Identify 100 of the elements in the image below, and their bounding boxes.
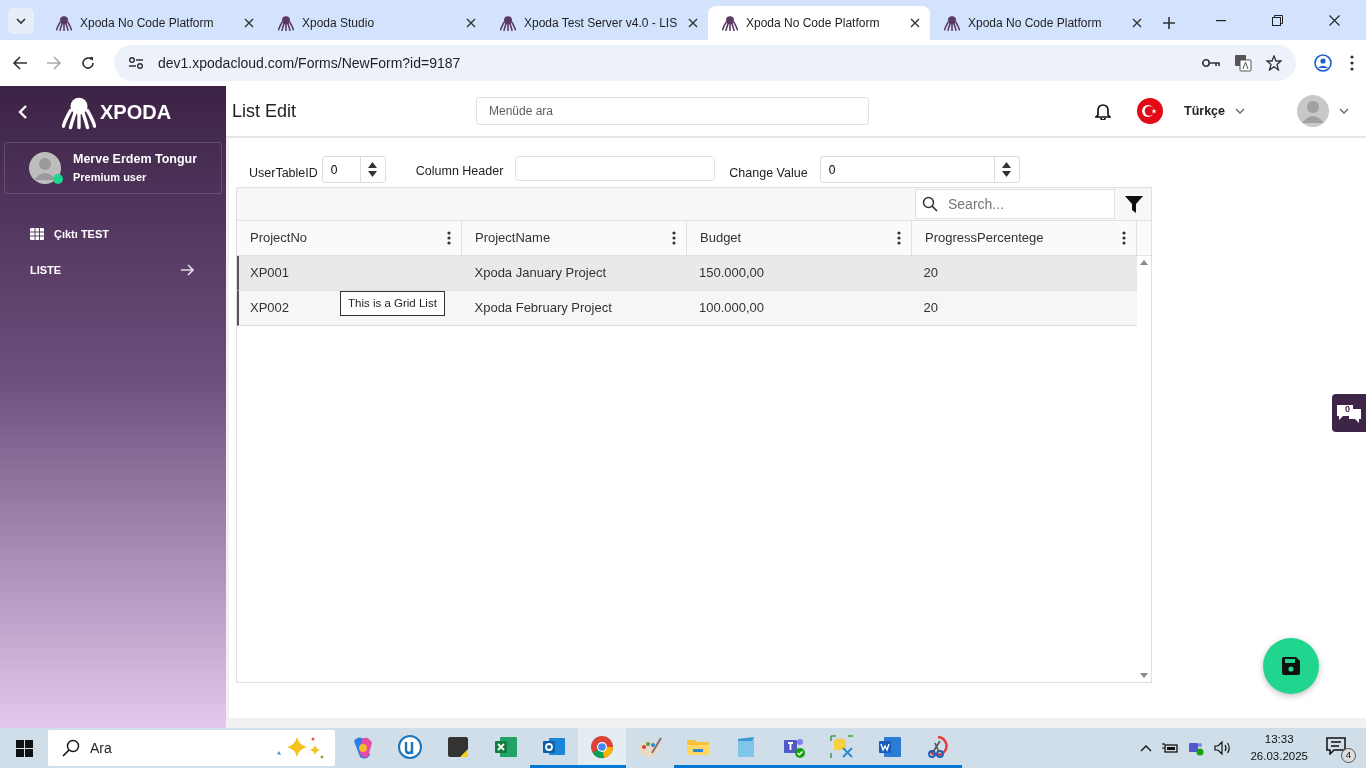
column-header[interactable]: Budget: [687, 221, 912, 255]
time-text: 13:33: [1263, 732, 1295, 747]
menu-search-field[interactable]: Menüde ara: [476, 97, 869, 125]
caret-icon: [1339, 108, 1349, 114]
translate-icon[interactable]: [1234, 54, 1252, 72]
notification-button[interactable]: 4: [1326, 733, 1356, 763]
caret-icon: [1235, 108, 1245, 114]
logo: XPODA: [62, 94, 172, 130]
table-cell-text: 20: [923, 299, 938, 318]
clock[interactable]: 13:33 26.03.2025: [1250, 731, 1308, 765]
browser-tab[interactable]: Xpoda No Code Platform: [708, 6, 930, 40]
sticky-note-icon: [446, 734, 470, 759]
star-icon[interactable]: [1266, 55, 1282, 71]
number-field[interactable]: 0: [321, 156, 386, 183]
table-cell-text: XP001: [250, 264, 290, 283]
column-header[interactable]: ProjectNo: [237, 221, 462, 255]
grid-search-field[interactable]: Search...: [915, 189, 1115, 219]
close-icon[interactable]: [1329, 15, 1340, 26]
collapse-icon[interactable]: [18, 105, 28, 119]
down-icon: [1140, 673, 1148, 678]
bell-icon[interactable]: [1095, 102, 1111, 120]
teams-icon[interactable]: [1188, 740, 1205, 756]
table-cell-text: Xpoda January Project: [474, 264, 607, 283]
restore-icon[interactable]: [1272, 15, 1283, 26]
windows-icon: [15, 739, 33, 757]
chevron-up-icon[interactable]: [1140, 744, 1153, 752]
octopus-icon: [722, 15, 738, 31]
tooltip: This is a Grid List: [340, 291, 445, 317]
reload-icon[interactable]: [80, 55, 96, 71]
text-field[interactable]: [515, 156, 716, 181]
number-input[interactable]: 0: [820, 157, 994, 182]
taskbar-search-field[interactable]: Ara: [48, 730, 335, 766]
browser-tab[interactable]: Xpoda Studio: [264, 6, 486, 40]
kebab-icon[interactable]: [897, 231, 901, 245]
user-role: Premium user: [73, 170, 148, 186]
up-icon: [368, 162, 378, 168]
arrow-right-icon: [180, 264, 194, 276]
table-cell-text: XP002: [250, 299, 290, 318]
date-text: 26.03.2025: [1250, 749, 1308, 764]
menu-item[interactable]: Çıktı TEST: [0, 216, 226, 252]
page-title: List Edit: [232, 99, 298, 123]
key-icon[interactable]: [1202, 58, 1220, 68]
browser-tab[interactable]: Xpoda No Code Platform: [42, 6, 264, 40]
minimize-icon[interactable]: [1216, 19, 1226, 22]
close-icon[interactable]: [910, 18, 920, 28]
number-input[interactable]: 0: [322, 157, 360, 182]
chat-icon: [1335, 402, 1363, 425]
grid-row[interactable]: XP001 Xpoda January Project 150.000,00 20: [237, 256, 1137, 291]
user-menu-button[interactable]: [1296, 94, 1350, 128]
close-icon[interactable]: [466, 18, 476, 28]
volume-icon[interactable]: [1214, 741, 1233, 755]
notification-count: 4: [1341, 748, 1356, 763]
column-header[interactable]: ProgressPercentege: [912, 221, 1137, 255]
save-icon: [1282, 657, 1300, 675]
up-icon: [1002, 162, 1012, 168]
octopus-icon: [944, 15, 960, 31]
table-cell-text: 100.000,00: [699, 299, 765, 318]
menu-item[interactable]: LISTE: [0, 252, 226, 288]
sparkle-icon: [275, 735, 325, 761]
close-icon[interactable]: [244, 18, 254, 28]
database-tools-icon: [830, 734, 854, 759]
search-icon: [62, 739, 80, 757]
new-tab-icon[interactable]: [1162, 16, 1176, 30]
number-field[interactable]: 0: [819, 156, 1020, 183]
avatar-icon: [29, 152, 61, 184]
table-cell-text: 150.000,00: [699, 264, 765, 283]
user-name: Merve Erdem Tongur: [73, 151, 198, 169]
octopus-icon: [278, 15, 294, 31]
field-label: Change Value: [729, 165, 808, 183]
down-icon: [1002, 171, 1012, 177]
scissors-icon: [926, 734, 950, 759]
battery-icon[interactable]: [1162, 742, 1179, 754]
language-dropdown[interactable]: Türkçe: [1171, 94, 1258, 128]
kebab-icon[interactable]: [672, 231, 676, 245]
browser-tab[interactable]: Xpoda No Code Platform: [930, 6, 1152, 40]
up-icon: [1140, 260, 1148, 265]
spreadsheet-icon: [494, 734, 518, 759]
caret-icon: [16, 17, 26, 25]
down-icon: [368, 171, 378, 177]
profile-icon[interactable]: [1314, 54, 1332, 72]
address-bar[interactable]: dev1.xpodacloud.com/Forms/NewForm?id=9187: [114, 45, 1296, 81]
search-icon: [922, 196, 938, 212]
field-label: UserTableID: [249, 165, 318, 183]
back-icon[interactable]: [12, 55, 28, 71]
close-icon[interactable]: [1132, 18, 1142, 28]
kebab-icon[interactable]: [447, 231, 451, 245]
grid-search-input[interactable]: Search...: [946, 192, 1106, 216]
table-cell-text: 20: [923, 264, 938, 283]
site-settings-icon[interactable]: [128, 56, 144, 70]
save-button[interactable]: [1263, 638, 1319, 694]
table-icon: [30, 228, 44, 240]
tab-list-button[interactable]: [8, 8, 34, 34]
filter-icon[interactable]: [1125, 195, 1143, 213]
more-icon[interactable]: [1350, 55, 1354, 71]
kebab-icon[interactable]: [1122, 231, 1126, 245]
close-icon[interactable]: [688, 18, 698, 28]
column-header[interactable]: ProjectName: [462, 221, 687, 255]
chat-button[interactable]: 0: [1332, 394, 1366, 432]
chat-count: 0: [1345, 403, 1350, 416]
browser-tab[interactable]: Xpoda Test Server v4.0 - LIS: [486, 6, 708, 40]
